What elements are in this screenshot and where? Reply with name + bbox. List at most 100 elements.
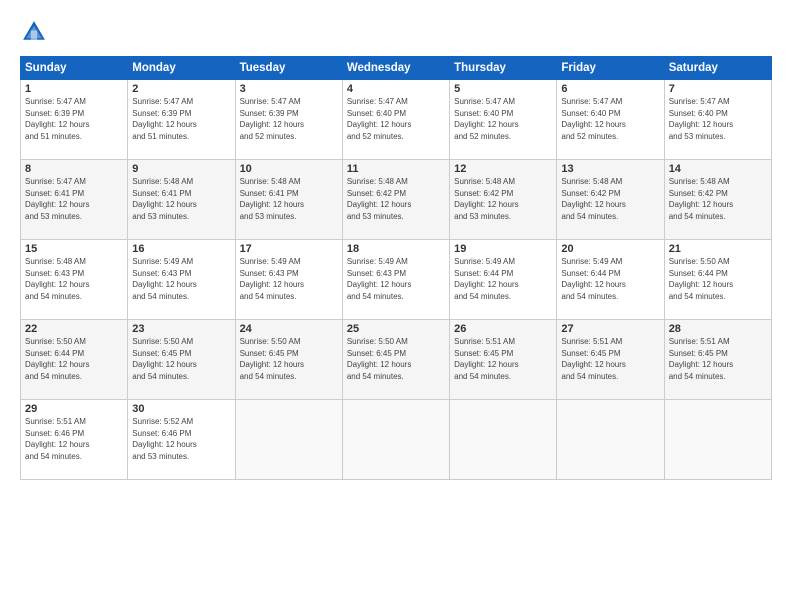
day-info: Sunrise: 5:52 AM Sunset: 6:46 PM Dayligh…: [132, 416, 230, 462]
day-number: 11: [347, 163, 445, 175]
day-info: Sunrise: 5:48 AM Sunset: 6:42 PM Dayligh…: [454, 176, 552, 222]
weekday-friday: Friday: [557, 57, 664, 80]
calendar-cell: 15Sunrise: 5:48 AM Sunset: 6:43 PM Dayli…: [21, 240, 128, 320]
day-number: 10: [240, 163, 338, 175]
day-info: Sunrise: 5:47 AM Sunset: 6:40 PM Dayligh…: [669, 96, 767, 142]
calendar-cell: [557, 400, 664, 480]
day-number: 30: [132, 403, 230, 415]
calendar-cell: 18Sunrise: 5:49 AM Sunset: 6:43 PM Dayli…: [342, 240, 449, 320]
day-info: Sunrise: 5:48 AM Sunset: 6:42 PM Dayligh…: [561, 176, 659, 222]
day-info: Sunrise: 5:50 AM Sunset: 6:45 PM Dayligh…: [132, 336, 230, 382]
day-number: 19: [454, 243, 552, 255]
calendar-cell: 1Sunrise: 5:47 AM Sunset: 6:39 PM Daylig…: [21, 80, 128, 160]
day-info: Sunrise: 5:48 AM Sunset: 6:42 PM Dayligh…: [669, 176, 767, 222]
day-info: Sunrise: 5:47 AM Sunset: 6:40 PM Dayligh…: [454, 96, 552, 142]
day-info: Sunrise: 5:47 AM Sunset: 6:40 PM Dayligh…: [561, 96, 659, 142]
day-info: Sunrise: 5:50 AM Sunset: 6:45 PM Dayligh…: [347, 336, 445, 382]
day-info: Sunrise: 5:47 AM Sunset: 6:41 PM Dayligh…: [25, 176, 123, 222]
calendar-cell: 7Sunrise: 5:47 AM Sunset: 6:40 PM Daylig…: [664, 80, 771, 160]
day-number: 27: [561, 323, 659, 335]
calendar-cell: 24Sunrise: 5:50 AM Sunset: 6:45 PM Dayli…: [235, 320, 342, 400]
day-info: Sunrise: 5:50 AM Sunset: 6:44 PM Dayligh…: [25, 336, 123, 382]
calendar-cell: [342, 400, 449, 480]
calendar-week-3: 15Sunrise: 5:48 AM Sunset: 6:43 PM Dayli…: [21, 240, 772, 320]
calendar-cell: 2Sunrise: 5:47 AM Sunset: 6:39 PM Daylig…: [128, 80, 235, 160]
day-info: Sunrise: 5:48 AM Sunset: 6:42 PM Dayligh…: [347, 176, 445, 222]
day-number: 7: [669, 83, 767, 95]
calendar-cell: 3Sunrise: 5:47 AM Sunset: 6:39 PM Daylig…: [235, 80, 342, 160]
calendar-cell: 16Sunrise: 5:49 AM Sunset: 6:43 PM Dayli…: [128, 240, 235, 320]
calendar-cell: 8Sunrise: 5:47 AM Sunset: 6:41 PM Daylig…: [21, 160, 128, 240]
day-number: 20: [561, 243, 659, 255]
day-info: Sunrise: 5:47 AM Sunset: 6:39 PM Dayligh…: [25, 96, 123, 142]
calendar-cell: 21Sunrise: 5:50 AM Sunset: 6:44 PM Dayli…: [664, 240, 771, 320]
calendar-cell: 12Sunrise: 5:48 AM Sunset: 6:42 PM Dayli…: [450, 160, 557, 240]
day-info: Sunrise: 5:49 AM Sunset: 6:43 PM Dayligh…: [240, 256, 338, 302]
day-info: Sunrise: 5:49 AM Sunset: 6:43 PM Dayligh…: [347, 256, 445, 302]
day-number: 25: [347, 323, 445, 335]
calendar-week-5: 29Sunrise: 5:51 AM Sunset: 6:46 PM Dayli…: [21, 400, 772, 480]
header: [20, 18, 772, 46]
day-number: 15: [25, 243, 123, 255]
calendar-week-1: 1Sunrise: 5:47 AM Sunset: 6:39 PM Daylig…: [21, 80, 772, 160]
calendar-cell: 30Sunrise: 5:52 AM Sunset: 6:46 PM Dayli…: [128, 400, 235, 480]
day-info: Sunrise: 5:50 AM Sunset: 6:45 PM Dayligh…: [240, 336, 338, 382]
day-number: 18: [347, 243, 445, 255]
calendar-cell: 25Sunrise: 5:50 AM Sunset: 6:45 PM Dayli…: [342, 320, 449, 400]
day-number: 29: [25, 403, 123, 415]
calendar-cell: 6Sunrise: 5:47 AM Sunset: 6:40 PM Daylig…: [557, 80, 664, 160]
day-info: Sunrise: 5:47 AM Sunset: 6:40 PM Dayligh…: [347, 96, 445, 142]
day-number: 4: [347, 83, 445, 95]
day-info: Sunrise: 5:51 AM Sunset: 6:45 PM Dayligh…: [669, 336, 767, 382]
calendar-cell: 4Sunrise: 5:47 AM Sunset: 6:40 PM Daylig…: [342, 80, 449, 160]
day-number: 28: [669, 323, 767, 335]
day-info: Sunrise: 5:49 AM Sunset: 6:43 PM Dayligh…: [132, 256, 230, 302]
logo: [20, 18, 52, 46]
day-number: 22: [25, 323, 123, 335]
day-number: 21: [669, 243, 767, 255]
calendar-cell: 13Sunrise: 5:48 AM Sunset: 6:42 PM Dayli…: [557, 160, 664, 240]
day-info: Sunrise: 5:49 AM Sunset: 6:44 PM Dayligh…: [454, 256, 552, 302]
day-number: 1: [25, 83, 123, 95]
calendar-cell: 28Sunrise: 5:51 AM Sunset: 6:45 PM Dayli…: [664, 320, 771, 400]
calendar-cell: 23Sunrise: 5:50 AM Sunset: 6:45 PM Dayli…: [128, 320, 235, 400]
day-info: Sunrise: 5:47 AM Sunset: 6:39 PM Dayligh…: [240, 96, 338, 142]
day-info: Sunrise: 5:51 AM Sunset: 6:45 PM Dayligh…: [454, 336, 552, 382]
calendar-week-4: 22Sunrise: 5:50 AM Sunset: 6:44 PM Dayli…: [21, 320, 772, 400]
day-info: Sunrise: 5:49 AM Sunset: 6:44 PM Dayligh…: [561, 256, 659, 302]
calendar-cell: 17Sunrise: 5:49 AM Sunset: 6:43 PM Dayli…: [235, 240, 342, 320]
day-number: 16: [132, 243, 230, 255]
day-number: 3: [240, 83, 338, 95]
calendar-cell: 10Sunrise: 5:48 AM Sunset: 6:41 PM Dayli…: [235, 160, 342, 240]
day-number: 24: [240, 323, 338, 335]
calendar-cell: 19Sunrise: 5:49 AM Sunset: 6:44 PM Dayli…: [450, 240, 557, 320]
day-number: 14: [669, 163, 767, 175]
calendar-cell: 26Sunrise: 5:51 AM Sunset: 6:45 PM Dayli…: [450, 320, 557, 400]
day-number: 8: [25, 163, 123, 175]
calendar-week-2: 8Sunrise: 5:47 AM Sunset: 6:41 PM Daylig…: [21, 160, 772, 240]
weekday-thursday: Thursday: [450, 57, 557, 80]
day-number: 13: [561, 163, 659, 175]
logo-icon: [20, 18, 48, 46]
day-info: Sunrise: 5:50 AM Sunset: 6:44 PM Dayligh…: [669, 256, 767, 302]
weekday-saturday: Saturday: [664, 57, 771, 80]
calendar-cell: 29Sunrise: 5:51 AM Sunset: 6:46 PM Dayli…: [21, 400, 128, 480]
day-number: 17: [240, 243, 338, 255]
day-info: Sunrise: 5:51 AM Sunset: 6:45 PM Dayligh…: [561, 336, 659, 382]
day-info: Sunrise: 5:48 AM Sunset: 6:43 PM Dayligh…: [25, 256, 123, 302]
day-info: Sunrise: 5:51 AM Sunset: 6:46 PM Dayligh…: [25, 416, 123, 462]
calendar-cell: 9Sunrise: 5:48 AM Sunset: 6:41 PM Daylig…: [128, 160, 235, 240]
day-number: 26: [454, 323, 552, 335]
weekday-wednesday: Wednesday: [342, 57, 449, 80]
day-info: Sunrise: 5:48 AM Sunset: 6:41 PM Dayligh…: [132, 176, 230, 222]
calendar-cell: 27Sunrise: 5:51 AM Sunset: 6:45 PM Dayli…: [557, 320, 664, 400]
calendar-cell: 11Sunrise: 5:48 AM Sunset: 6:42 PM Dayli…: [342, 160, 449, 240]
day-number: 6: [561, 83, 659, 95]
weekday-sunday: Sunday: [21, 57, 128, 80]
day-number: 23: [132, 323, 230, 335]
day-number: 2: [132, 83, 230, 95]
calendar-cell: 14Sunrise: 5:48 AM Sunset: 6:42 PM Dayli…: [664, 160, 771, 240]
weekday-tuesday: Tuesday: [235, 57, 342, 80]
day-info: Sunrise: 5:47 AM Sunset: 6:39 PM Dayligh…: [132, 96, 230, 142]
calendar-cell: [235, 400, 342, 480]
